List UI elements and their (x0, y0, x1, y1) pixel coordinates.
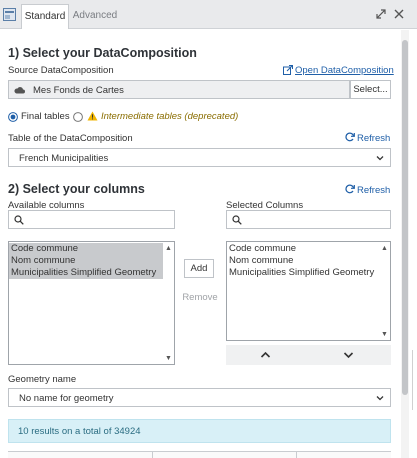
source-value: Mes Fonds de Cartes (33, 85, 124, 96)
refresh-icon[interactable] (345, 132, 355, 142)
external-link-icon[interactable] (283, 65, 293, 75)
geometry-name-label: Geometry name (8, 374, 77, 385)
order-buttons-bar (226, 345, 391, 365)
scroll-down-arrow[interactable]: ▼ (164, 354, 173, 363)
scrollbar-thumb[interactable] (402, 40, 408, 395)
chevron-down-icon[interactable] (343, 350, 354, 360)
list-item[interactable]: Nom commune (227, 255, 390, 267)
tab-advanced[interactable]: Advanced (70, 4, 120, 29)
list-item[interactable]: Code commune (227, 243, 390, 255)
table-select[interactable]: French Municipalities (8, 148, 391, 167)
column-divider (152, 452, 153, 458)
refresh-table-link[interactable]: Refresh (357, 133, 390, 144)
geometry-name-select[interactable]: No name for geometry (8, 388, 391, 407)
source-label: Source DataComposition (8, 65, 114, 76)
list-item[interactable]: Municipalities Simplified Geometry (9, 267, 163, 279)
tab-standard[interactable]: Standard (21, 4, 69, 29)
chevron-down-icon (376, 155, 384, 160)
expand-icon[interactable] (374, 7, 388, 21)
refresh-columns-link[interactable]: Refresh (357, 185, 390, 196)
radio-intermediate-tables[interactable] (73, 112, 83, 122)
list-item[interactable]: Nom commune (9, 255, 163, 267)
refresh-icon[interactable] (345, 184, 355, 194)
search-icon (14, 215, 24, 225)
list-item[interactable]: Code commune (9, 243, 163, 255)
remove-button[interactable]: Remove (182, 292, 218, 304)
source-datacomposition-field[interactable]: Mes Fonds de Cartes (8, 80, 350, 99)
section2-title: 2) Select your columns (8, 182, 145, 196)
table-select-value: French Municipalities (19, 153, 109, 164)
table-label: Table of the DataComposition (8, 133, 133, 144)
section1-title: 1) Select your DataComposition (8, 46, 197, 60)
results-count-text: 10 results on a total of 34924 (18, 426, 141, 437)
results-info-banner: 10 results on a total of 34924 (8, 419, 391, 443)
window-icon (3, 8, 16, 21)
geometry-name-value: No name for geometry (19, 393, 114, 404)
chevron-down-icon (376, 395, 384, 400)
scroll-down-arrow[interactable]: ▼ (380, 330, 389, 339)
radio-intermediate-label: Intermediate tables (deprecated) (101, 111, 239, 122)
cloud-icon (14, 87, 25, 94)
search-icon (232, 215, 242, 225)
column-divider (296, 452, 297, 458)
select-button[interactable]: Select... (350, 80, 391, 99)
list-item[interactable]: Municipalities Simplified Geometry (227, 267, 390, 279)
chevron-up-icon[interactable] (260, 350, 271, 360)
radio-final-label: Final tables (21, 111, 70, 122)
scroll-up-arrow[interactable]: ▲ (164, 244, 173, 253)
splitter[interactable] (412, 350, 417, 410)
selected-search-input[interactable] (226, 210, 391, 229)
selected-columns-list[interactable]: Code commune Nom commune Municipalities … (226, 241, 391, 341)
radio-final-tables[interactable] (8, 112, 18, 122)
add-button[interactable]: Add (184, 259, 214, 278)
close-icon[interactable] (392, 7, 406, 21)
available-columns-list[interactable]: Code commune Nom commune Municipalities … (8, 241, 175, 365)
open-datacomposition-link[interactable]: Open DataComposition (295, 65, 394, 76)
preview-table-header (8, 451, 391, 458)
scroll-up-arrow[interactable]: ▲ (380, 244, 389, 253)
available-search-input[interactable] (8, 210, 175, 229)
warning-icon (87, 111, 98, 121)
